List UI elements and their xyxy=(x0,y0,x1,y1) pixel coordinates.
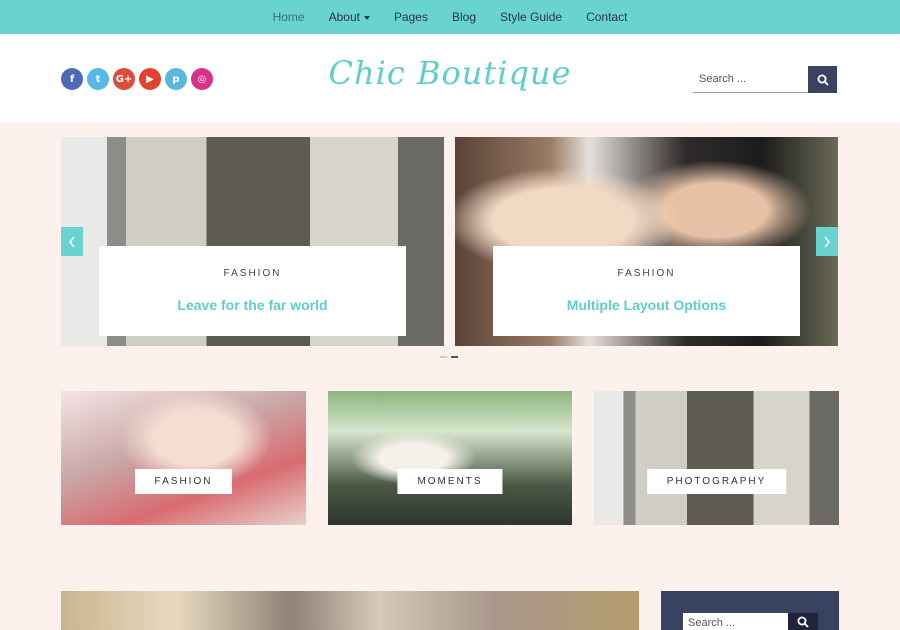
search-input[interactable]: Search ... xyxy=(693,66,808,93)
sidebar-search-button[interactable] xyxy=(788,613,818,630)
slide-title-1[interactable]: Leave for the far world xyxy=(99,297,406,313)
slide-title-2[interactable]: Multiple Layout Options xyxy=(493,297,800,313)
site-logo[interactable]: Chic Boutique xyxy=(300,54,600,92)
chevron-right-icon xyxy=(824,236,830,247)
nav-item-about[interactable]: About xyxy=(317,10,382,24)
search-icon xyxy=(797,616,809,628)
category-tile-photography[interactable]: PHOTOGRAPHY xyxy=(594,391,839,525)
search-button[interactable] xyxy=(808,66,837,93)
slide-caption-1: FASHION Leave for the far world xyxy=(99,246,406,336)
category-label-moments[interactable]: MOMENTS xyxy=(397,469,503,494)
sidebar-search-widget: Search ... xyxy=(661,591,839,630)
pinterest-icon[interactable]: p xyxy=(165,68,187,90)
slider-prev-button[interactable] xyxy=(61,227,83,256)
slide-caption-2: FASHION Multiple Layout Options xyxy=(493,246,800,336)
twitter-icon[interactable]: t xyxy=(87,68,109,90)
category-tile-fashion[interactable]: FASHION xyxy=(61,391,306,525)
slide-category-1[interactable]: FASHION xyxy=(99,268,406,279)
nav-item-home[interactable]: Home xyxy=(261,10,317,24)
chevron-left-icon xyxy=(69,236,75,247)
header-search: Search ... xyxy=(693,66,839,93)
youtube-icon[interactable]: ▶ xyxy=(139,68,161,90)
social-links: f t G+ ▶ p ◎ xyxy=(61,68,213,90)
slider-pagination xyxy=(440,356,458,358)
slide-image-1[interactable]: FASHION Leave for the far world xyxy=(61,137,444,346)
slide-category-2[interactable]: FASHION xyxy=(493,268,800,279)
nav-item-about-label: About xyxy=(328,10,360,24)
instagram-icon[interactable]: ◎ xyxy=(191,68,213,90)
slide-image-2[interactable]: FASHION Multiple Layout Options xyxy=(455,137,838,346)
search-icon xyxy=(817,74,829,86)
nav-item-contact[interactable]: Contact xyxy=(574,10,639,24)
facebook-icon[interactable]: f xyxy=(61,68,83,90)
sidebar-search-input[interactable]: Search ... xyxy=(683,613,788,630)
category-label-photography[interactable]: PHOTOGRAPHY xyxy=(646,469,787,494)
nav-item-blog[interactable]: Blog xyxy=(440,10,488,24)
google-plus-icon[interactable]: G+ xyxy=(113,68,135,90)
site-header: f t G+ ▶ p ◎ Chic Boutique Search ... xyxy=(0,34,900,123)
featured-post-image[interactable] xyxy=(61,591,639,630)
nav-item-pages[interactable]: Pages xyxy=(382,10,440,24)
main-navigation: Home About Pages Blog Style Guide Contac… xyxy=(0,0,900,34)
slider-next-button[interactable] xyxy=(816,227,838,256)
chevron-down-icon xyxy=(363,15,370,20)
category-label-fashion[interactable]: FASHION xyxy=(134,469,233,494)
category-tile-moments[interactable]: MOMENTS xyxy=(328,391,572,525)
slider-dot-2[interactable] xyxy=(451,356,458,358)
slider-dot-1[interactable] xyxy=(440,356,447,358)
nav-item-style-guide[interactable]: Style Guide xyxy=(488,10,574,24)
